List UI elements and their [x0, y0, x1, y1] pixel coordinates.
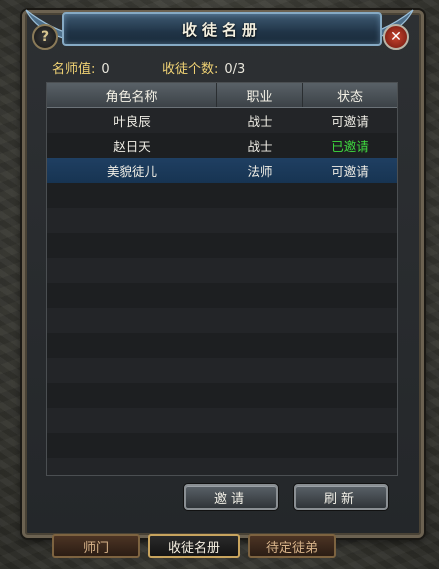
tab-pending-apprentices[interactable]: 待定徒弟 — [248, 534, 336, 558]
column-header-name[interactable]: 角色名称 — [47, 83, 217, 107]
help-icon[interactable]: ? — [32, 24, 58, 50]
mentor-value: 0 — [101, 62, 110, 77]
window-title: 收徒名册 — [181, 20, 262, 39]
row-status: 已邀请 — [331, 139, 369, 154]
tab-apprentice-roster[interactable]: 收徒名册 — [148, 534, 240, 558]
invite-button[interactable]: 邀请 — [184, 484, 278, 510]
refresh-button[interactable]: 刷新 — [294, 484, 388, 510]
column-header-status[interactable]: 状态 — [303, 83, 397, 107]
row-job: 法师 — [247, 164, 273, 179]
row-name: 赵日天 — [113, 139, 151, 154]
table-row[interactable]: 赵日天 战士 已邀请 — [47, 133, 397, 158]
row-status: 可邀请 — [331, 164, 369, 179]
row-job: 战士 — [247, 114, 273, 129]
candidate-table: 角色名称 职业 状态 叶良辰 战士 可邀请 赵日天 战士 已邀请 美貌徒儿 法师… — [46, 82, 398, 476]
table-header: 角色名称 职业 状态 — [47, 83, 397, 108]
row-name: 美貌徒儿 — [106, 164, 157, 179]
table-row-selected[interactable]: 美貌徒儿 法师 可邀请 — [47, 158, 397, 183]
apprentice-count-stat: 收徒个数: 0/3 — [162, 58, 245, 77]
apprentice-count-value: 0/3 — [224, 62, 246, 77]
apprentice-count-label: 收徒个数: — [162, 62, 219, 77]
row-job: 战士 — [247, 139, 273, 154]
column-header-job[interactable]: 职业 — [217, 83, 303, 107]
table-row[interactable]: 叶良辰 战士 可邀请 — [47, 108, 397, 133]
mentor-value-label: 名师值: — [52, 62, 96, 77]
mentor-value-stat: 名师值: 0 — [52, 58, 110, 77]
row-status: 可邀请 — [331, 114, 369, 129]
close-icon[interactable]: ✕ — [383, 24, 409, 50]
row-name: 叶良辰 — [113, 114, 151, 129]
tab-mentor-school[interactable]: 师门 — [52, 534, 140, 558]
bottom-tabs: 师门 收徒名册 待定徒弟 — [52, 534, 336, 558]
title-bar: 收徒名册 — [62, 12, 382, 46]
